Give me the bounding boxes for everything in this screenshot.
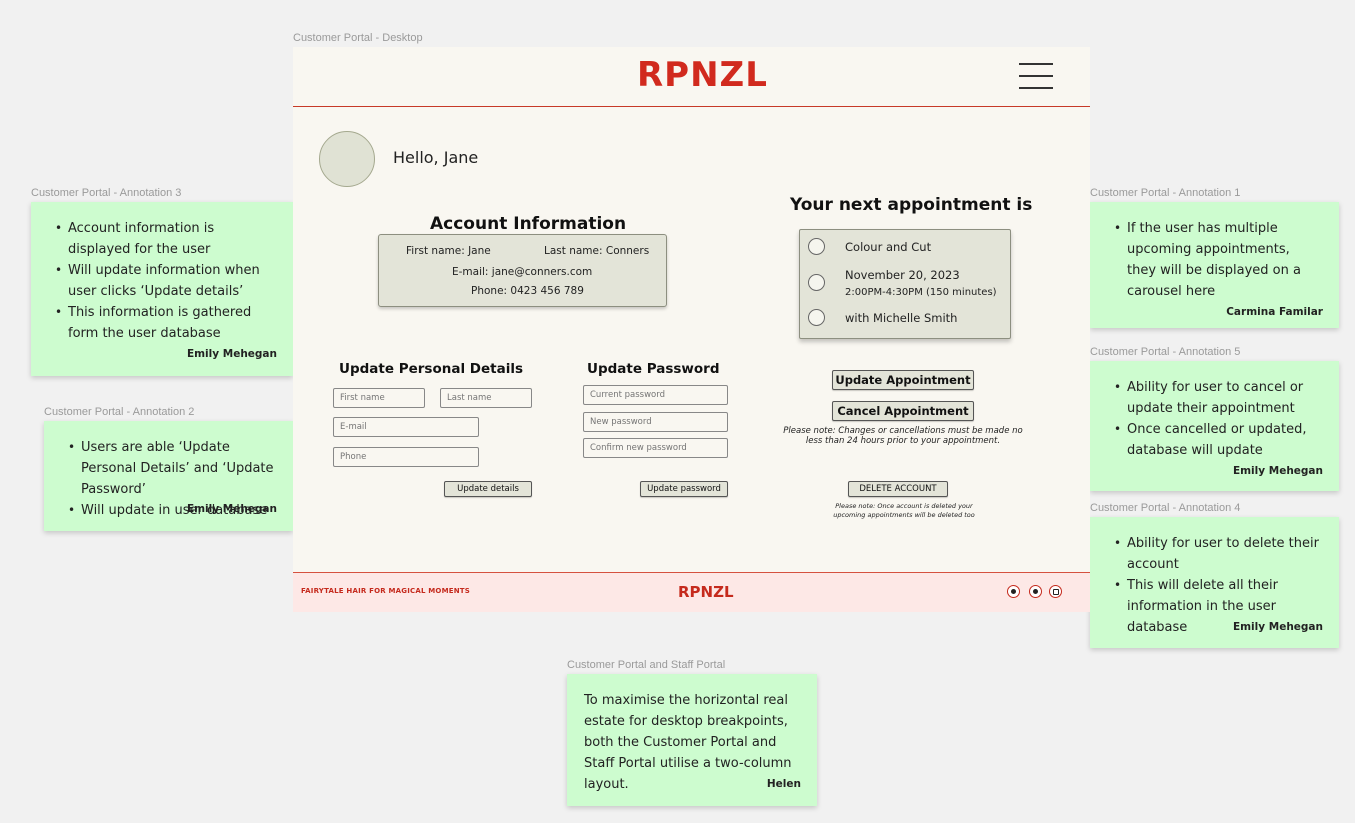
appointment-service: Colour and Cut: [845, 240, 932, 254]
annotation-3-list: Account information is displayed for the…: [55, 218, 277, 344]
note-author: Emily Mehegan: [1232, 621, 1323, 633]
footer: FAIRYTALE HAIR FOR MAGICAL MOMENTS RPNZL: [293, 572, 1090, 612]
threads-icon[interactable]: [1007, 585, 1020, 598]
frame-label-desktop: Customer Portal - Desktop: [293, 32, 423, 44]
last-name-input[interactable]: [440, 388, 532, 408]
first-name-input[interactable]: [333, 388, 425, 408]
avatar[interactable]: [319, 131, 375, 187]
delete-account-button[interactable]: DELETE ACCOUNT: [848, 481, 948, 497]
note-author: Carmina Familar: [1226, 306, 1323, 318]
list-item: If the user has multiple upcoming appoin…: [1114, 218, 1314, 302]
customer-portal-desktop: RPNZL Hello, Jane Account Information Fi…: [293, 47, 1090, 612]
instagram-icon[interactable]: [1049, 585, 1062, 598]
appointment-time: 2:00PM-4:30PM (150 minutes): [845, 287, 997, 298]
list-item: This information is gathered form the us…: [55, 302, 277, 344]
phone-input[interactable]: [333, 447, 479, 467]
update-password-button[interactable]: Update password: [640, 481, 728, 497]
annotation-1-note: If the user has multiple upcoming appoin…: [1090, 202, 1339, 328]
appointment-card: Colour and Cut November 20, 2023 2:00PM-…: [799, 229, 1011, 339]
current-password-input[interactable]: [583, 385, 728, 405]
update-appointment-button[interactable]: Update Appointment: [832, 370, 974, 390]
portals-note: To maximise the horizontal real estate f…: [567, 674, 817, 806]
frame-label-annotation-3: Customer Portal - Annotation 3: [31, 187, 182, 199]
annotation-1-list: If the user has multiple upcoming appoin…: [1114, 218, 1314, 302]
frame-label-annotation-4: Customer Portal - Annotation 4: [1090, 502, 1241, 514]
annotation-4-note: Ability for user to delete their account…: [1090, 517, 1339, 648]
frame-label-annotation-1: Customer Portal - Annotation 1: [1090, 187, 1241, 199]
radio-stylist[interactable]: [808, 309, 825, 326]
annotation-2-note: Users are able ‘Update Personal Details’…: [44, 421, 293, 531]
footer-logo[interactable]: RPNZL: [678, 583, 734, 601]
note-author: Helen: [766, 778, 801, 790]
update-password-title: Update Password: [587, 361, 720, 377]
update-personal-details-title: Update Personal Details: [339, 361, 523, 377]
list-item: Will update information when user clicks…: [55, 260, 277, 302]
new-password-input[interactable]: [583, 412, 728, 432]
annotation-3-note: Account information is displayed for the…: [31, 202, 293, 376]
account-info-box: First name: Jane Last name: Conners E-ma…: [378, 234, 667, 307]
greeting: Hello, Jane: [393, 148, 479, 167]
frame-label-annotation-2: Customer Portal - Annotation 2: [44, 406, 195, 418]
appointment-change-notice: Please note: Changes or cancellations mu…: [783, 426, 1023, 446]
annotation-5-note: Ability for user to cancel or update the…: [1090, 361, 1339, 491]
radio-service[interactable]: [808, 238, 825, 255]
account-info-title: Account Information: [430, 214, 627, 234]
email-value: E-mail: jane@conners.com: [452, 266, 593, 278]
list-item: Account information is displayed for the…: [55, 218, 277, 260]
confirm-password-input[interactable]: [583, 438, 728, 458]
radio-date[interactable]: [808, 274, 825, 291]
cancel-appointment-button[interactable]: Cancel Appointment: [832, 401, 974, 421]
appointment-date: November 20, 2023: [845, 268, 960, 282]
logo[interactable]: RPNZL: [637, 55, 768, 95]
hamburger-menu-icon[interactable]: [1019, 63, 1053, 89]
email-input[interactable]: [333, 417, 479, 437]
last-name-value: Last name: Conners: [544, 245, 650, 257]
annotation-5-list: Ability for user to cancel or update the…: [1114, 377, 1314, 461]
facebook-icon[interactable]: [1029, 585, 1042, 598]
note-author: Emily Mehegan: [186, 503, 277, 515]
appointment-stylist: with Michelle Smith: [845, 311, 958, 325]
footer-tagline: FAIRYTALE HAIR FOR MAGICAL MOMENTS: [301, 587, 470, 595]
phone-value: Phone: 0423 456 789: [471, 285, 584, 297]
note-author: Emily Mehegan: [186, 348, 277, 360]
header: RPNZL: [293, 47, 1090, 107]
list-item: Users are able ‘Update Personal Details’…: [68, 437, 280, 500]
update-details-button[interactable]: Update details: [444, 481, 532, 497]
note-author: Emily Mehegan: [1232, 465, 1323, 477]
next-appointment-title: Your next appointment is: [790, 195, 1033, 215]
list-item: Ability for user to delete their account: [1114, 533, 1324, 575]
list-item: Ability for user to cancel or update the…: [1114, 377, 1314, 419]
frame-label-annotation-5: Customer Portal - Annotation 5: [1090, 346, 1241, 358]
frame-label-portals: Customer Portal and Staff Portal: [567, 659, 726, 671]
list-item: Once cancelled or updated, database will…: [1114, 419, 1314, 461]
delete-account-notice: Please note: Once account is deleted you…: [833, 502, 975, 519]
first-name-value: First name: Jane: [406, 245, 491, 257]
